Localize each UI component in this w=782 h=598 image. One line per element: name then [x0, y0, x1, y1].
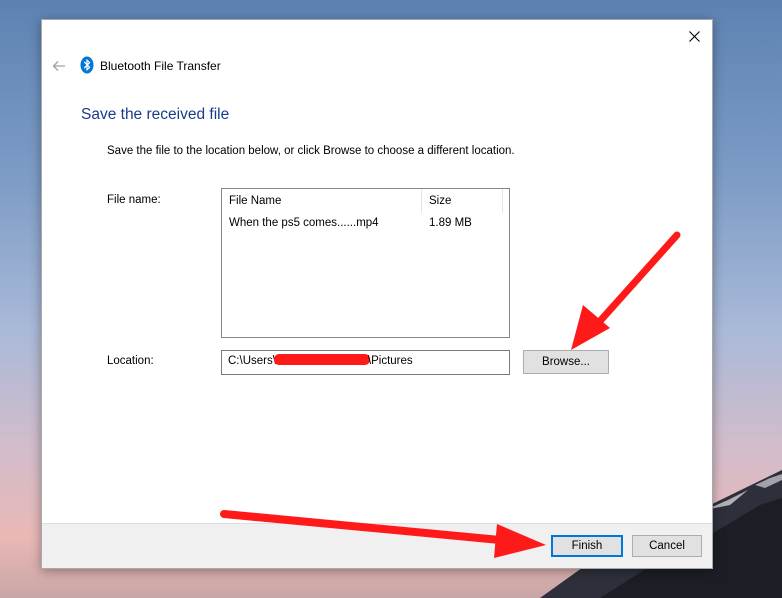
- location-field[interactable]: C:\Users\ \Pictures: [221, 350, 510, 375]
- file-size-cell: 1.89 MB: [429, 217, 472, 229]
- column-header-size[interactable]: Size: [422, 189, 503, 213]
- instructions-text: Save the file to the location below, or …: [107, 145, 515, 157]
- file-list[interactable]: File Name Size When the ps5 comes......m…: [221, 188, 510, 338]
- close-icon: [688, 30, 700, 42]
- list-header: File Name Size: [222, 189, 509, 213]
- file-name-label: File name:: [107, 194, 161, 206]
- cancel-button[interactable]: Cancel: [632, 535, 702, 557]
- page-heading: Save the received file: [81, 106, 230, 123]
- close-button[interactable]: [682, 24, 706, 48]
- bluetooth-file-transfer-dialog: Bluetooth File Transfer Save the receive…: [41, 19, 713, 569]
- column-header-file-name[interactable]: File Name: [222, 189, 422, 213]
- browse-button[interactable]: Browse...: [523, 350, 609, 374]
- app-title: Bluetooth File Transfer: [100, 59, 221, 73]
- location-label: Location:: [107, 355, 154, 367]
- dialog-footer: Finish Cancel: [42, 523, 712, 568]
- file-name-cell: When the ps5 comes......mp4: [229, 217, 379, 229]
- back-button[interactable]: [50, 57, 68, 75]
- bluetooth-icon: [80, 56, 94, 74]
- location-suffix: \Pictures: [367, 355, 413, 367]
- location-prefix: C:\Users\: [228, 355, 276, 367]
- finish-button[interactable]: Finish: [551, 535, 623, 557]
- redaction-mark: [273, 354, 370, 365]
- list-item[interactable]: When the ps5 comes......mp4 1.89 MB: [222, 213, 509, 233]
- back-arrow-icon: [52, 61, 65, 71]
